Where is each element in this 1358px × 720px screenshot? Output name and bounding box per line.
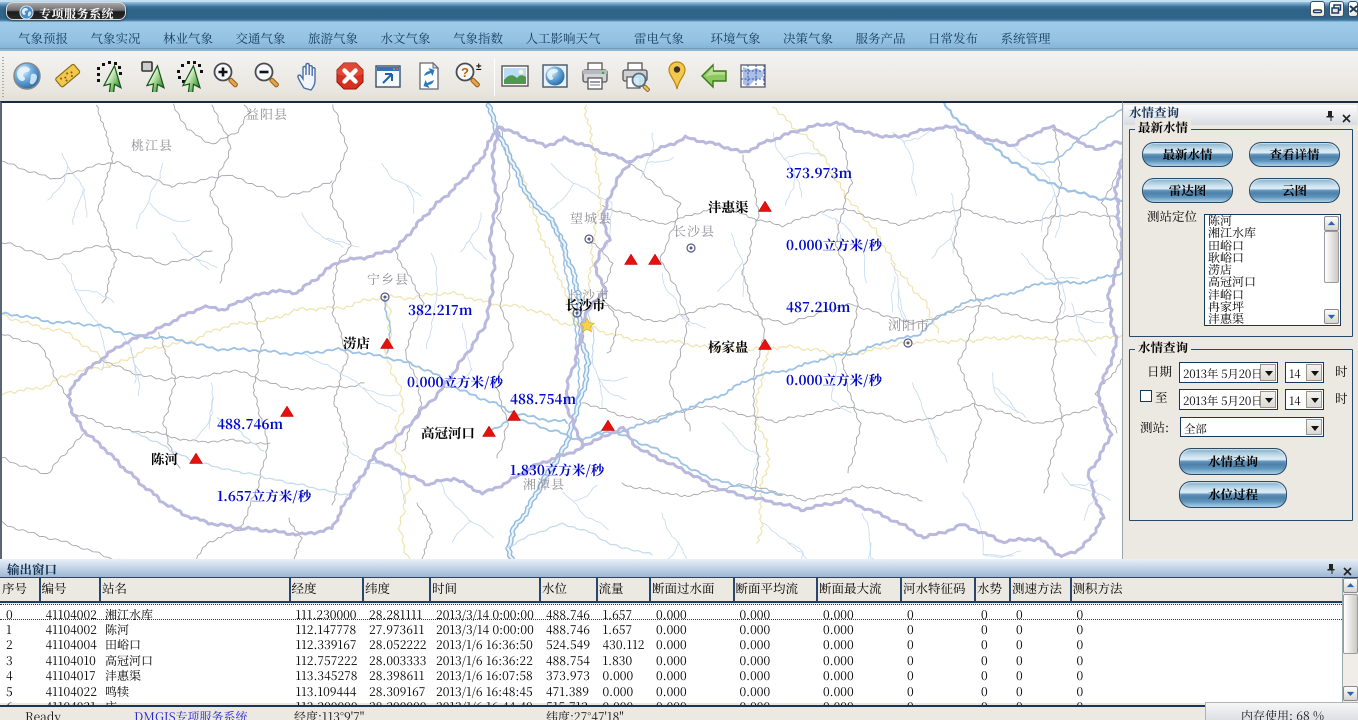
svg-text:陈河: 陈河 [151, 448, 178, 468]
svg-text:1.657立方米/秒: 1.657立方米/秒 [217, 485, 313, 505]
svg-text:宁乡县: 宁乡县 [367, 269, 409, 288]
svg-text:0.000立方米/秒: 0.000立方米/秒 [786, 234, 883, 254]
svg-text:488.746m: 488.746m [217, 413, 284, 433]
svg-text:373.973m: 373.973m [786, 162, 852, 182]
svg-text:1.830立方米/秒: 1.830立方米/秒 [510, 459, 606, 479]
svg-text:0.000立方米/秒: 0.000立方米/秒 [407, 371, 504, 391]
svg-text:382.217m: 382.217m [408, 299, 473, 319]
svg-text:望城县: 望城县 [570, 208, 612, 227]
svg-text:±: ± [476, 60, 482, 73]
svg-text:杨家蛊: 杨家蛊 [708, 336, 749, 356]
svg-text:桃江县: 桃江县 [131, 135, 173, 154]
svg-text:益阳县: 益阳县 [246, 104, 288, 123]
svg-text:?: ? [461, 62, 469, 81]
svg-text:高冠河口: 高冠河口 [421, 422, 475, 442]
svg-text:长沙市: 长沙市 [565, 294, 606, 314]
svg-text:涝店: 涝店 [343, 332, 370, 352]
svg-text:浏阳市: 浏阳市 [888, 315, 930, 334]
svg-text:487.210m: 487.210m [786, 296, 851, 316]
svg-text:沣惠渠: 沣惠渠 [708, 196, 749, 216]
svg-text:0.000立方米/秒: 0.000立方米/秒 [786, 369, 883, 389]
svg-text:长沙县: 长沙县 [673, 221, 715, 240]
svg-text:488.754m: 488.754m [510, 388, 577, 408]
